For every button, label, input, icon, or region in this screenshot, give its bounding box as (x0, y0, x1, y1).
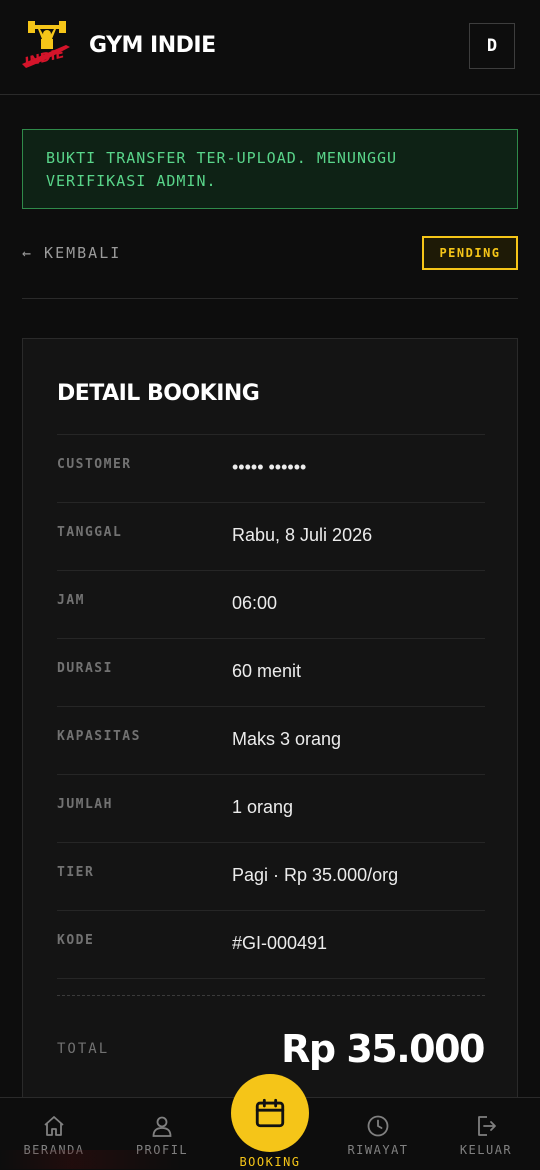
app-header: INDIE GYM INDIE D (0, 0, 540, 95)
detail-row-tier: TIER Pagi · Rp 35.000/org (57, 842, 485, 911)
decorative-glow (0, 1150, 180, 1169)
row-value: Maks 3 orang (232, 729, 342, 749)
row-divider (57, 978, 485, 980)
alert-line-1: BUKTI TRANSFER TER-UPLOAD. MENUNGGU (46, 149, 398, 167)
card-title: DETAIL BOOKING (57, 381, 260, 406)
nav-item-keluar[interactable]: KELUAR (432, 1098, 540, 1170)
divider (22, 298, 518, 299)
logout-icon (478, 1116, 496, 1136)
row-value: #GI-000491 (232, 933, 328, 953)
row-value: 1 orang (232, 797, 294, 817)
row-label: TIER (57, 865, 95, 880)
booking-detail-card: DETAIL BOOKING CUSTOMER ••••• •••••• TAN… (22, 338, 518, 1138)
alert-line-2: VERIFIKASI ADMIN. (46, 172, 217, 190)
total-divider (57, 995, 485, 996)
detail-row-tanggal: TANGGAL Rabu, 8 Juli 2026 (57, 502, 485, 571)
row-label: CUSTOMER (57, 457, 132, 472)
nav-label: RIWAYAT (347, 1143, 409, 1157)
nav-item-riwayat[interactable]: RIWAYAT (324, 1098, 432, 1170)
row-value: ••••• •••••• (232, 457, 307, 477)
row-value: Pagi · Rp 35.000/org (232, 865, 399, 885)
detail-row-customer: CUSTOMER ••••• •••••• (57, 434, 485, 503)
detail-row-kapasitas: KAPASITAS Maks 3 orang (57, 706, 485, 775)
total-value: Rp 35.000 (281, 1027, 485, 1071)
user-icon (152, 1116, 172, 1137)
calendar-icon (255, 1098, 285, 1128)
status-badge: PENDING (422, 236, 518, 270)
logo-text: INDIE (23, 46, 66, 70)
detail-row-jumlah: JUMLAH 1 orang (57, 774, 485, 843)
success-alert: BUKTI TRANSFER TER-UPLOAD. MENUNGGU VERI… (22, 129, 518, 209)
row-label: DURASI (57, 661, 113, 676)
row-value: Rabu, 8 Juli 2026 (232, 525, 373, 545)
row-label: JUMLAH (57, 797, 113, 812)
row-label: TANGGAL (57, 525, 123, 540)
row-label: JAM (57, 593, 85, 608)
row-label: KAPASITAS (57, 729, 141, 744)
app-title: GYM INDIE (89, 33, 216, 58)
detail-row-durasi: DURASI 60 menit (57, 638, 485, 707)
row-value: 06:00 (232, 593, 278, 613)
total-label: TOTAL (57, 1041, 110, 1057)
row-label: KODE (57, 933, 95, 948)
detail-row-jam: JAM 06:00 (57, 570, 485, 639)
booking-fab-button[interactable] (231, 1074, 309, 1152)
avatar-button[interactable]: D (469, 23, 515, 69)
nav-label-booking[interactable]: BOOKING (216, 1155, 324, 1169)
gym-logo-icon[interactable]: INDIE (20, 17, 74, 73)
back-link[interactable]: ← KEMBALI (22, 244, 121, 262)
row-value: 60 menit (232, 661, 302, 681)
clock-icon (367, 1115, 389, 1137)
home-icon (44, 1116, 64, 1136)
detail-row-kode: KODE #GI-000491 (57, 910, 485, 979)
nav-label: KELUAR (459, 1143, 513, 1157)
